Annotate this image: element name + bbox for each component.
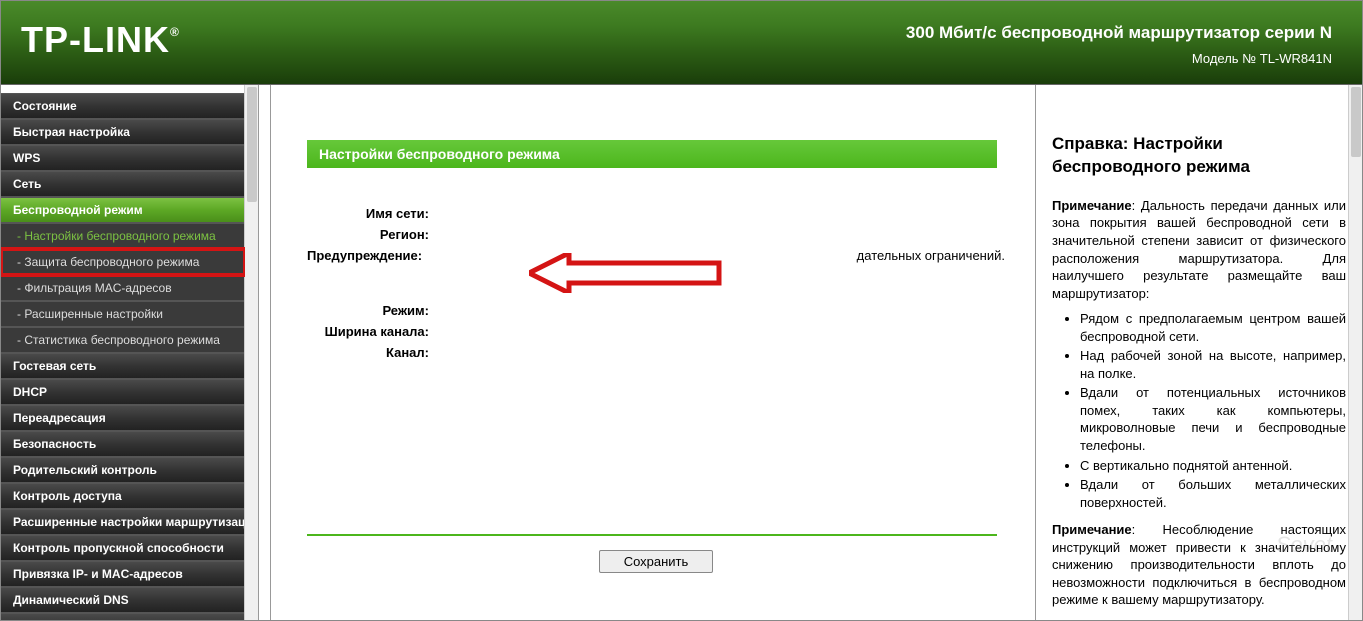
help-bullet-3: С вертикально поднятой антенной. [1080, 457, 1346, 475]
menu-item-13[interactable]: Безопасность [1, 431, 245, 457]
row-channel: Канал: [307, 345, 1005, 360]
menu-item-17[interactable]: Контроль пропускной способности [1, 535, 245, 561]
help-ssid: Имя беспроводной сети (SSID) - Введите з… [1052, 617, 1346, 620]
row-mode: Режим: [307, 303, 1005, 318]
menu-item-14[interactable]: Родительский контроль [1, 457, 245, 483]
menu-item-18[interactable]: Привязка IP- и MAC-адресов [1, 561, 245, 587]
help-bullet-4: Вдали от больших металлических поверхнос… [1080, 476, 1346, 511]
help-title: Справка: Настройки беспроводного режима [1052, 133, 1346, 179]
menu-item-16[interactable]: Расширенные настройки маршрутизации [1, 509, 245, 535]
menu-item-19[interactable]: Динамический DNS [1, 587, 245, 613]
label-width: Ширина канала: [307, 324, 437, 339]
submenu-item-5[interactable]: - Настройки беспроводного режима [1, 223, 245, 249]
label-channel: Канал: [307, 345, 437, 360]
label-mode: Режим: [307, 303, 437, 318]
menu-item-2[interactable]: WPS [1, 145, 245, 171]
submenu-item-7[interactable]: - Фильтрация MAC-адресов [1, 275, 245, 301]
menu-item-11[interactable]: DHCP [1, 379, 245, 405]
section-title: Настройки беспроводного режима [307, 140, 997, 168]
section-divider [307, 534, 997, 536]
label-warning: Предупреждение: [307, 248, 430, 263]
help-bullet-0: Рядом с предполагаемым центром вашей бес… [1080, 310, 1346, 345]
submenu-item-6[interactable]: - Защита беспроводного режима [1, 249, 245, 275]
header-model: Модель № TL-WR841N [1192, 51, 1332, 66]
menu-item-0[interactable]: Состояние [1, 93, 245, 119]
submenu-item-8[interactable]: - Расширенные настройки [1, 301, 245, 327]
menu-item-10[interactable]: Гостевая сеть [1, 353, 245, 379]
row-width: Ширина канала: [307, 324, 1005, 339]
row-warning: Предупреждение: дательных ограничений. [307, 248, 1005, 263]
pane-divider [259, 85, 271, 620]
sidebar-scrollbar[interactable] [244, 85, 258, 620]
main-content: Настройки беспроводного режима Имя сети:… [271, 85, 1036, 620]
row-ssid: Имя сети: [307, 206, 1005, 221]
help-note2: Примечание: Несоблюдение настоящих инстр… [1052, 521, 1346, 609]
warning-text: дательных ограничений. [430, 248, 1005, 263]
help-scrollbar[interactable] [1348, 85, 1362, 620]
menu-item-4[interactable]: Беспроводной режим [1, 197, 245, 223]
menu-item-1[interactable]: Быстрая настройка [1, 119, 245, 145]
help-bullet-2: Вдали от потенциальных источников помех,… [1080, 384, 1346, 454]
help-bullet-list: Рядом с предполагаемым центром вашей бес… [1052, 310, 1346, 511]
header-title: 300 Мбит/с беспроводной маршрутизатор се… [906, 23, 1332, 43]
brand-logo: TP-LINK® [21, 19, 180, 61]
help-panel: Справка: Настройки беспроводного режима … [1036, 85, 1362, 620]
save-button[interactable]: Сохранить [599, 550, 714, 573]
help-bullet-1: Над рабочей зоной на высоте, например, н… [1080, 347, 1346, 382]
help-note1: Примечание: Дальность передачи данных ил… [1052, 197, 1346, 302]
header-bar: TP-LINK® 300 Мбит/с беспроводной маршрут… [1, 1, 1362, 85]
label-ssid: Имя сети: [307, 206, 437, 221]
menu-item-12[interactable]: Переадресация [1, 405, 245, 431]
sidebar: СостояниеБыстрая настройкаWPSСетьБеспров… [1, 85, 259, 620]
submenu-item-9[interactable]: - Статистика беспроводного режима [1, 327, 245, 353]
menu-item-3[interactable]: Сеть [1, 171, 245, 197]
menu-item-15[interactable]: Контроль доступа [1, 483, 245, 509]
menu-item-20[interactable]: Поддержка IPv6 [1, 613, 245, 620]
layout: СостояниеБыстрая настройкаWPSСетьБеспров… [1, 85, 1362, 620]
label-region: Регион: [307, 227, 437, 242]
row-region: Регион: [307, 227, 1005, 242]
